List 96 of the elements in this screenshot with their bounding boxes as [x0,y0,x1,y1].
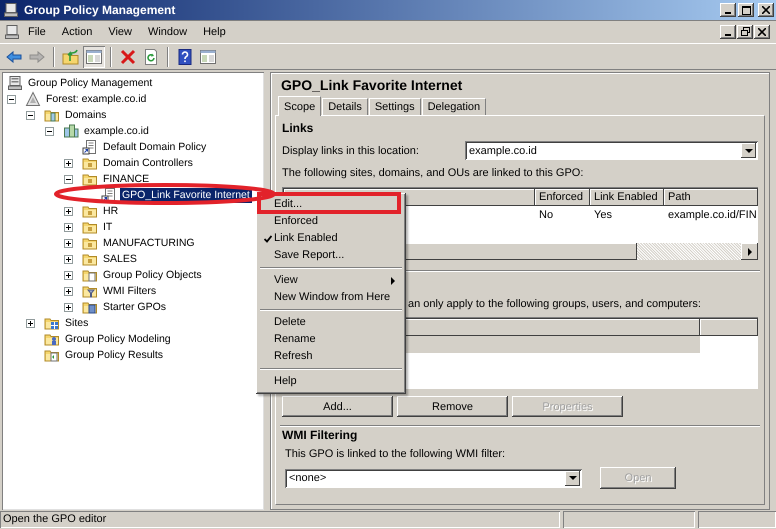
expander-button[interactable] [64,238,73,248]
restore-button[interactable] [737,24,753,38]
tree-item[interactable]: Group Policy Results [63,348,166,362]
list-caption: an only apply to the following groups, users, and computers: [408,298,702,312]
tree-item[interactable]: WMI Filters [101,284,158,298]
column-header[interactable]: Path [664,189,758,206]
menu-item[interactable]: Enforced [259,213,403,230]
delete-icon [119,48,137,66]
help-icon [176,48,194,66]
tree-item[interactable]: MANUFACTURING [101,236,197,250]
table-cell-text: Yes [593,208,613,220]
computer-icon[interactable] [4,24,20,40]
panel-title: GPO_Link Favorite Internet [280,76,464,95]
menu-item[interactable]: Delete [259,314,403,331]
field-label: This GPO is linked to the following WMI filter: [284,448,506,462]
tree-item[interactable]: Sites [63,316,90,330]
tree-item[interactable]: SALES [101,252,139,266]
expander-button[interactable] [26,110,35,120]
expander-button[interactable] [64,254,73,264]
expander-button[interactable] [64,174,73,184]
tree-item[interactable]: example.co.id [82,124,151,138]
button[interactable]: Add... [282,396,393,417]
window-title: Group Policy Management [24,3,176,17]
tree-item[interactable]: Default Domain Policy [101,140,208,154]
wmi-filter-dropdown[interactable]: <none> [285,468,582,488]
expander-button[interactable] [26,318,35,328]
expander-button[interactable] [64,302,73,312]
section-heading: WMI Filtering [282,427,358,443]
dropdown-button[interactable] [565,470,580,486]
computer-icon [7,75,23,91]
maximize-button[interactable] [738,3,754,17]
column-header[interactable] [700,319,758,336]
menu-item[interactable]: Save Report... [259,247,403,264]
triangle-icon [25,91,41,107]
expander-button[interactable] [64,206,73,216]
menu-item[interactable]: View [259,272,403,289]
close-button[interactable] [754,24,770,38]
minimize-button[interactable] [720,3,736,17]
pane-icon [199,48,217,66]
dropdown-button[interactable] [741,143,756,158]
tab[interactable]: Details [322,98,368,115]
document-icon [82,139,98,155]
refresh-icon [142,48,160,66]
maximize-icon [742,6,750,14]
document-icon [101,187,117,203]
menu-item[interactable]: File [20,26,54,38]
location-dropdown[interactable]: example.co.id [465,141,758,160]
expander-button[interactable] [45,126,54,136]
minimize-icon [725,34,731,36]
menu-item[interactable]: View [100,26,140,38]
tab[interactable]: Delegation [422,98,486,115]
tab[interactable]: Settings [368,98,421,115]
button[interactable]: Remove [397,396,508,417]
menu-item[interactable]: Help [195,26,234,38]
tree-item[interactable]: Group Policy Modeling [63,332,173,346]
tree-item[interactable]: FINANCE [101,172,152,186]
table-cell-text: No [538,208,554,220]
field-label: Display links in this location: [282,144,420,156]
pane-icon [85,48,103,66]
minimize-button[interactable] [720,24,736,38]
tree-item[interactable]: HR [101,204,120,218]
folder-up-icon [62,48,80,66]
menu-item[interactable]: Help [259,373,403,390]
tree-item[interactable]: Group Policy Management [26,76,154,90]
menu-item[interactable]: Window [140,26,196,38]
column-header[interactable]: Link Enabled [590,189,664,206]
list-caption: The following sites, domains, and OUs are linked to this GPO: [282,167,584,181]
column-header[interactable]: Enforced [535,189,590,206]
table-cell-text: example.co.id/FIN [667,208,758,220]
menu-item[interactable]: Edit... [259,196,403,213]
buildings-icon [63,123,79,139]
tree-item[interactable]: Domain Controllers [101,156,195,170]
menu-item[interactable]: Link Enabled [259,230,403,247]
menu-item[interactable]: New Window from Here [259,289,403,306]
expander-button[interactable] [7,94,16,104]
tree-item[interactable]: Forest: example.co.id [44,92,148,106]
close-button[interactable] [758,3,774,17]
restore-icon [740,27,750,36]
section-heading: Links [282,120,314,136]
tab[interactable]: Scope [278,96,322,116]
expander-button[interactable] [64,270,73,280]
tree-item[interactable]: Group Policy Objects [101,268,204,282]
menu-item[interactable]: Rename [259,331,403,348]
tree-item[interactable]: IT [101,220,114,234]
close-icon [758,28,766,36]
expander-button[interactable] [64,158,73,168]
menu-item[interactable]: Refresh [259,348,403,365]
status-text: Open the GPO editor [0,511,560,528]
tree-item[interactable]: Domains [63,108,108,122]
tree-item[interactable]: Starter GPOs [101,300,168,314]
expander-button[interactable] [64,286,73,296]
close-icon [762,6,770,14]
minimize-icon [725,12,731,14]
menu-item[interactable]: Action [54,26,100,38]
expander-button[interactable] [64,222,73,232]
computer-icon [3,2,19,18]
